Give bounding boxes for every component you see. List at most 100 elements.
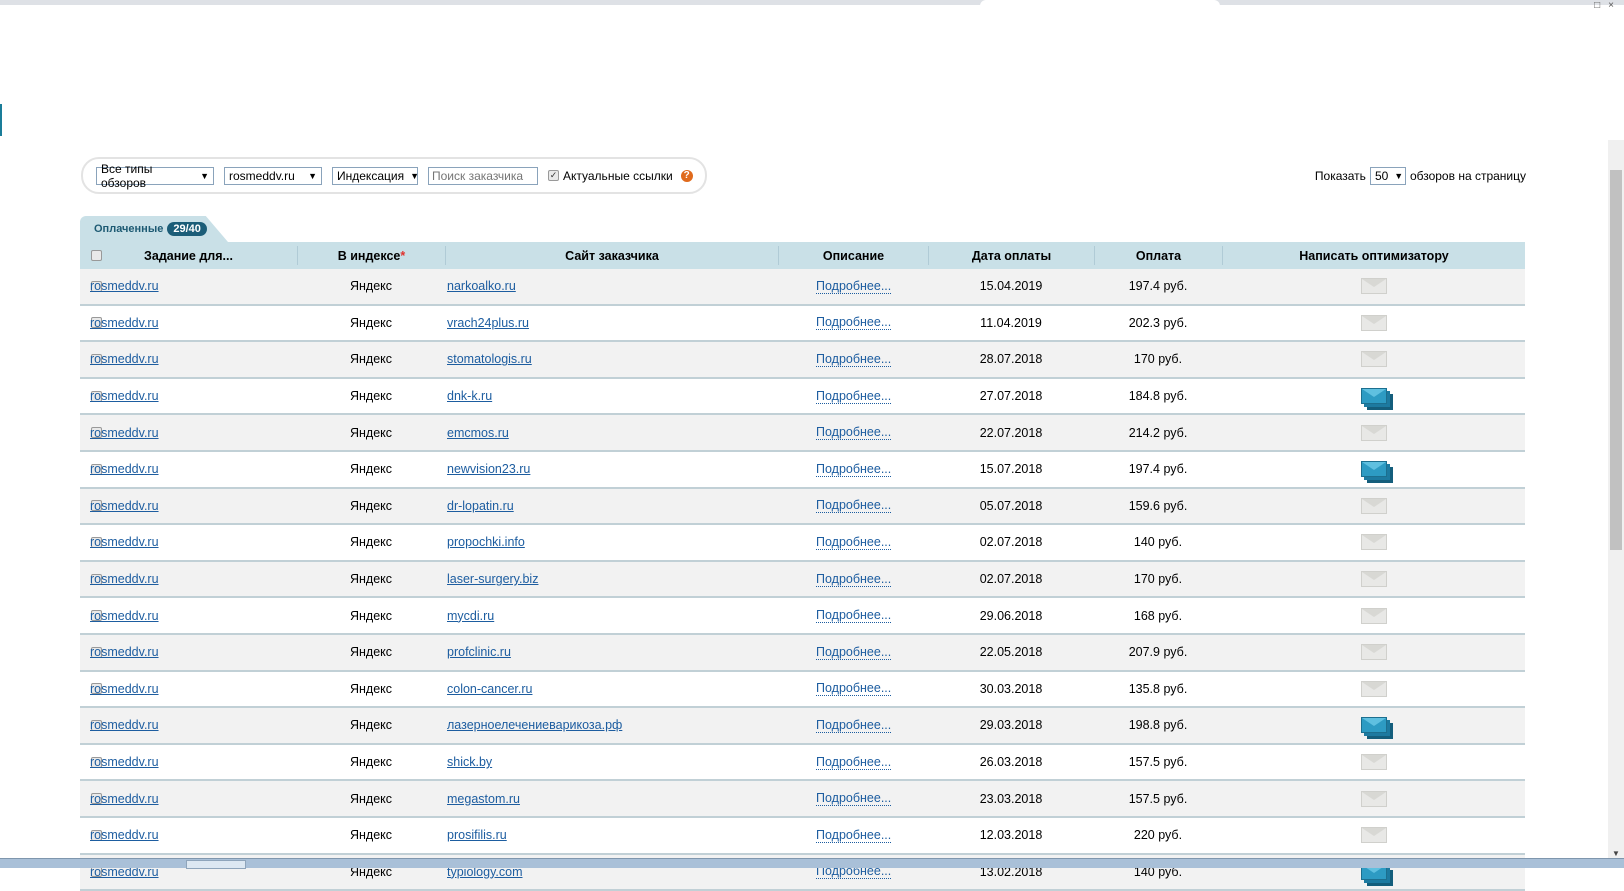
- details-link[interactable]: Подробнее...: [816, 791, 891, 806]
- col-site[interactable]: Сайт заказчика: [445, 246, 778, 265]
- site-link[interactable]: лазерноелечениеварикоза.рф: [447, 718, 622, 732]
- col-description[interactable]: Описание: [778, 246, 928, 265]
- task-link[interactable]: rosmeddv.ru: [90, 426, 159, 440]
- site-cell: dnk-k.ru: [445, 379, 778, 414]
- message-cell: [1222, 379, 1525, 414]
- customer-search-input[interactable]: [428, 167, 538, 185]
- site-link[interactable]: narkoalko.ru: [447, 279, 516, 293]
- details-link[interactable]: Подробнее...: [816, 572, 891, 587]
- details-link[interactable]: Подробнее...: [816, 828, 891, 843]
- table-row: rosmeddv.ru Яндекс megastom.ru Подробнее…: [80, 781, 1525, 818]
- site-select[interactable]: rosmeddv.ru▼: [224, 167, 322, 185]
- message-cell: [1222, 562, 1525, 597]
- site-cell: emcmos.ru: [445, 415, 778, 450]
- details-link[interactable]: Подробнее...: [816, 681, 891, 696]
- task-link[interactable]: rosmeddv.ru: [90, 718, 159, 732]
- details-link[interactable]: Подробнее...: [816, 389, 891, 404]
- indexing-select[interactable]: Индексация▼: [332, 167, 418, 185]
- description-cell: Подробнее...: [778, 745, 928, 780]
- details-link[interactable]: Подробнее...: [816, 315, 891, 330]
- pay-date: 23.03.2018: [980, 792, 1043, 806]
- task-link[interactable]: rosmeddv.ru: [90, 279, 159, 293]
- task-link[interactable]: rosmeddv.ru: [90, 535, 159, 549]
- site-link[interactable]: laser-surgery.biz: [447, 572, 538, 586]
- envelope-icon[interactable]: [1361, 315, 1387, 331]
- details-link[interactable]: Подробнее...: [816, 462, 891, 477]
- scrollbar[interactable]: ▼: [1608, 140, 1624, 868]
- tab-paid[interactable]: Оплаченные29/40: [80, 216, 228, 242]
- site-link[interactable]: megastom.ru: [447, 792, 520, 806]
- envelope-icon[interactable]: [1361, 388, 1387, 404]
- site-link[interactable]: mycdi.ru: [447, 609, 494, 623]
- envelope-icon[interactable]: [1361, 681, 1387, 697]
- envelope-icon[interactable]: [1361, 608, 1387, 624]
- site-link[interactable]: emcmos.ru: [447, 426, 509, 440]
- message-cell: [1222, 781, 1525, 816]
- col-index-label: В индексе: [338, 249, 401, 263]
- date-cell: 12.03.2018: [928, 818, 1094, 853]
- envelope-icon[interactable]: [1361, 791, 1387, 807]
- site-link[interactable]: profclinic.ru: [447, 645, 511, 659]
- help-icon[interactable]: ?: [681, 170, 693, 182]
- envelope-icon[interactable]: [1361, 571, 1387, 587]
- site-link[interactable]: dnk-k.ru: [447, 389, 492, 403]
- details-link[interactable]: Подробнее...: [816, 645, 891, 660]
- site-link[interactable]: stomatologis.ru: [447, 352, 532, 366]
- site-link[interactable]: vrach24plus.ru: [447, 316, 529, 330]
- details-link[interactable]: Подробнее...: [816, 498, 891, 513]
- envelope-icon[interactable]: [1361, 461, 1387, 477]
- envelope-icon[interactable]: [1361, 278, 1387, 294]
- col-message[interactable]: Написать оптимизатору: [1222, 246, 1525, 265]
- task-link[interactable]: rosmeddv.ru: [90, 828, 159, 842]
- task-link[interactable]: rosmeddv.ru: [90, 499, 159, 513]
- site-link[interactable]: newvision23.ru: [447, 462, 530, 476]
- index-cell: Яндекс: [297, 708, 445, 743]
- task-link[interactable]: rosmeddv.ru: [90, 609, 159, 623]
- details-link[interactable]: Подробнее...: [816, 608, 891, 623]
- review-type-select[interactable]: Все типы обзоров▼: [96, 167, 214, 185]
- scrollbar-thumb[interactable]: [1610, 170, 1622, 550]
- envelope-icon[interactable]: [1361, 754, 1387, 770]
- task-link[interactable]: rosmeddv.ru: [90, 462, 159, 476]
- site-link[interactable]: dr-lopatin.ru: [447, 499, 514, 513]
- site-link[interactable]: colon-cancer.ru: [447, 682, 532, 696]
- envelope-icon[interactable]: [1361, 717, 1387, 733]
- task-link[interactable]: rosmeddv.ru: [90, 316, 159, 330]
- taskbar: [0, 858, 1624, 868]
- close-icon[interactable]: ×: [1608, 0, 1614, 11]
- envelope-icon[interactable]: [1361, 534, 1387, 550]
- task-link[interactable]: rosmeddv.ru: [90, 682, 159, 696]
- details-link[interactable]: Подробнее...: [816, 755, 891, 770]
- envelope-icon[interactable]: [1361, 498, 1387, 514]
- payment-cell: 168 руб.: [1094, 598, 1222, 633]
- scroll-down-icon[interactable]: ▼: [1612, 849, 1620, 858]
- per-page-select[interactable]: 50▼: [1370, 167, 1406, 185]
- task-link[interactable]: rosmeddv.ru: [90, 792, 159, 806]
- details-link[interactable]: Подробнее...: [816, 352, 891, 367]
- details-link[interactable]: Подробнее...: [816, 718, 891, 733]
- task-link[interactable]: rosmeddv.ru: [90, 645, 159, 659]
- checkbox[interactable]: ✓: [548, 170, 559, 181]
- col-payment[interactable]: Оплата: [1094, 246, 1222, 265]
- task-link[interactable]: rosmeddv.ru: [90, 352, 159, 366]
- task-link[interactable]: rosmeddv.ru: [90, 755, 159, 769]
- task-link[interactable]: rosmeddv.ru: [90, 572, 159, 586]
- col-site-label: Сайт заказчика: [565, 249, 659, 263]
- site-link[interactable]: shick.by: [447, 755, 492, 769]
- details-link[interactable]: Подробнее...: [816, 535, 891, 550]
- maximize-icon[interactable]: □: [1594, 0, 1600, 11]
- envelope-icon[interactable]: [1361, 351, 1387, 367]
- task-link[interactable]: rosmeddv.ru: [90, 389, 159, 403]
- browser-tab[interactable]: [980, 0, 1220, 6]
- col-index[interactable]: В индексе*: [297, 246, 445, 265]
- details-link[interactable]: Подробнее...: [816, 279, 891, 294]
- site-link[interactable]: prosifilis.ru: [447, 828, 507, 842]
- col-pay-date[interactable]: Дата оплаты: [928, 246, 1094, 265]
- envelope-icon[interactable]: [1361, 827, 1387, 843]
- envelope-icon[interactable]: [1361, 425, 1387, 441]
- col-task[interactable]: Задание для...: [80, 242, 297, 269]
- actual-links-checkbox[interactable]: ✓Актуальные ссылки?: [548, 169, 693, 183]
- envelope-icon[interactable]: [1361, 644, 1387, 660]
- site-link[interactable]: propochki.info: [447, 535, 525, 549]
- details-link[interactable]: Подробнее...: [816, 425, 891, 440]
